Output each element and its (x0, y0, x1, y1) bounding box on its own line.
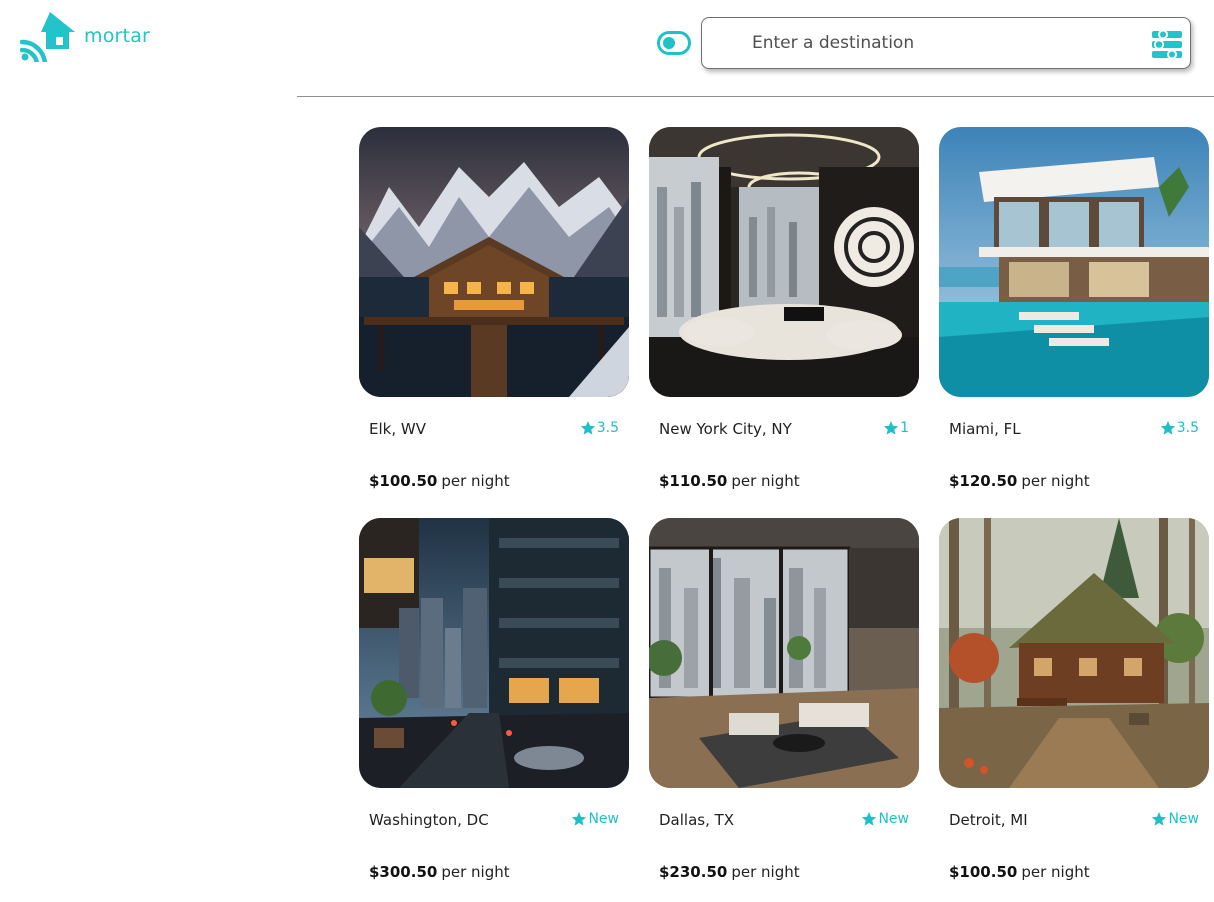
listing-location: Washington, DC (369, 811, 489, 829)
listing-location: Dallas, TX (659, 811, 735, 829)
listing-card[interactable]: Dallas, TX New $230.50 per night (649, 518, 919, 893)
listing-card[interactable]: New York City, NY 1 $110.50 per night (649, 127, 919, 502)
price-unit: per night (731, 863, 800, 881)
star-icon (883, 421, 899, 435)
listing-rating: 1 (883, 420, 909, 436)
star-icon (862, 812, 877, 826)
house-wifi-icon (20, 12, 75, 62)
listing-location: Miami, FL (949, 420, 1021, 438)
price-amount: $120.50 (949, 472, 1018, 490)
toggle-knob (663, 37, 675, 49)
listing-image-loft[interactable] (649, 518, 919, 788)
listing-image-beach-villa[interactable] (939, 127, 1209, 397)
listing-card[interactable]: Detroit, MI New $100.50 per night (939, 518, 1209, 893)
price-unit: per night (441, 472, 510, 490)
rating-value: New (1168, 811, 1199, 827)
listing-location: New York City, NY (659, 420, 792, 438)
search-input[interactable] (752, 28, 1132, 58)
listing-rating: New (571, 811, 619, 827)
star-icon (580, 421, 595, 435)
logo-text: mortar (84, 25, 151, 47)
listing-price: $120.50 per night (949, 472, 1090, 490)
listing-price: $300.50 per night (369, 863, 510, 881)
toggle-switch[interactable] (657, 31, 691, 55)
rating-value: New (588, 811, 619, 827)
rating-value: 3.5 (1176, 420, 1199, 436)
listing-rating: New (1151, 811, 1199, 827)
header-divider (297, 96, 1214, 97)
filter-sliders-icon[interactable] (1150, 27, 1184, 61)
price-unit: per night (441, 863, 510, 881)
rating-value: 1 (900, 420, 909, 436)
listing-price: $100.50 per night (949, 863, 1090, 881)
price-amount: $300.50 (369, 863, 438, 881)
listing-card[interactable]: Washington, DC New $300.50 per night (359, 518, 629, 893)
star-icon (1152, 812, 1167, 826)
listing-price: $230.50 per night (659, 863, 800, 881)
listing-card[interactable]: Miami, FL 3.5 $120.50 per night (939, 127, 1209, 502)
search-box[interactable] (701, 17, 1191, 69)
listing-image-chalet[interactable] (359, 127, 629, 397)
listing-location: Elk, WV (369, 420, 426, 438)
listing-rating: 3.5 (1160, 420, 1199, 436)
listing-image-forest-cabin[interactable] (939, 518, 1209, 788)
listing-location: Detroit, MI (949, 811, 1028, 829)
rating-value: New (878, 811, 909, 827)
mortar-logo[interactable]: mortar (20, 10, 150, 62)
listing-image-penthouse[interactable] (649, 127, 919, 397)
price-amount: $100.50 (369, 472, 438, 490)
listing-rating: New (861, 811, 909, 827)
rating-value: 3.5 (596, 420, 619, 436)
listing-card[interactable]: Elk, WV 3.5 $100.50 per night (359, 127, 629, 502)
listing-price: $100.50 per night (369, 472, 510, 490)
listing-price: $110.50 per night (659, 472, 800, 490)
star-icon (1160, 421, 1175, 435)
price-amount: $230.50 (659, 863, 728, 881)
listing-rating: 3.5 (580, 420, 619, 436)
price-unit: per night (1021, 472, 1090, 490)
price-amount: $110.50 (659, 472, 728, 490)
listing-image-city-street[interactable] (359, 518, 629, 788)
price-unit: per night (1021, 863, 1090, 881)
price-amount: $100.50 (949, 863, 1018, 881)
star-icon (572, 812, 587, 826)
price-unit: per night (731, 472, 800, 490)
